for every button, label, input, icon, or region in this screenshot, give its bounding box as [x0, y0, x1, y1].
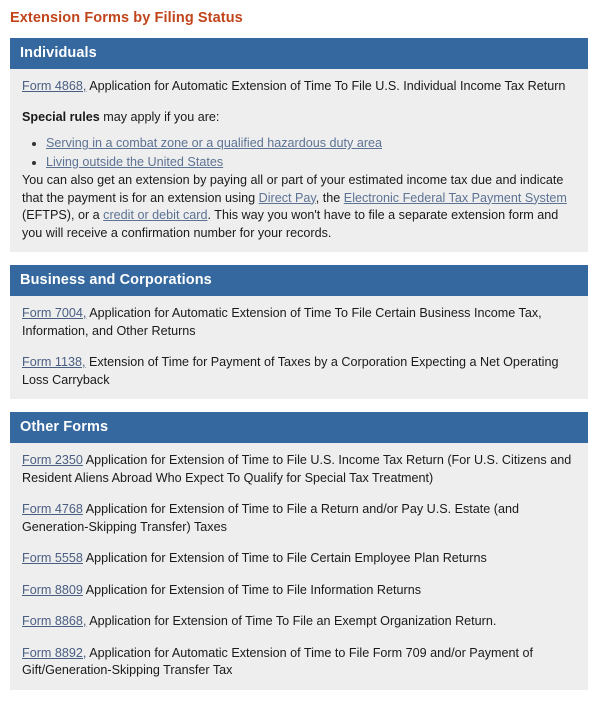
section-individuals: Individuals Form 4868, Application for A… — [10, 38, 588, 252]
form-description-2350: Application for Extension of Time to Fil… — [22, 453, 572, 485]
form-link-4768[interactable]: Form 4768 — [22, 502, 83, 516]
payment-paragraph-part3: (EFTPS), or a — [22, 208, 104, 222]
form-link-8868[interactable]: Form 8868, — [22, 614, 86, 628]
section-other-forms: Other Forms Form 2350 Application for Ex… — [10, 412, 588, 690]
section-spacer — [0, 252, 603, 265]
payment-extension-paragraph: You can also get an extension by paying … — [22, 172, 576, 242]
form-entry: Form 1138, Extension of Time for Payment… — [22, 354, 576, 389]
section-heading-other-forms: Other Forms — [10, 412, 588, 443]
section-body-individuals: Form 4868, Application for Automatic Ext… — [10, 69, 588, 252]
special-rules-list: Serving in a combat zone or a qualified … — [22, 135, 576, 171]
section-body-business-and-corporations: Form 7004, Application for Automatic Ext… — [10, 296, 588, 399]
list-item: Living outside the United States — [46, 154, 576, 172]
section-spacer — [0, 399, 603, 412]
section-heading-business-and-corporations: Business and Corporations — [10, 265, 588, 296]
form-link-2350[interactable]: Form 2350 — [22, 453, 83, 467]
section-business-and-corporations: Business and Corporations Form 7004, App… — [10, 265, 588, 399]
form-link-7004[interactable]: Form 7004, — [22, 306, 86, 320]
form-link-1138[interactable]: Form 1138, — [22, 355, 85, 369]
special-rule-link-living-outside-us[interactable]: Living outside the United States — [46, 155, 223, 169]
form-description-8892: Application for Automatic Extension of T… — [22, 645, 534, 678]
credit-or-debit-card-link[interactable]: credit or debit card — [103, 208, 207, 222]
form-description-5558: Application for Extension of Time to Fil… — [82, 551, 487, 565]
form-entry: Form 8868, Application for Extension of … — [22, 613, 576, 631]
form-description-8868: Application for Extension of Time To Fil… — [86, 614, 497, 628]
form-entry: Form 4868, Application for Automatic Ext… — [22, 78, 576, 96]
form-entry: Form 4768 Application for Extension of T… — [22, 501, 576, 536]
top-spacer — [0, 28, 603, 38]
form-description-7004: Application for Automatic Extension of T… — [22, 306, 542, 338]
form-link-8809[interactable]: Form 8809 — [22, 583, 83, 597]
special-rules-bold-label: Special rules — [22, 109, 100, 124]
extension-forms-page: Extension Forms by Filing Status Individ… — [0, 0, 603, 703]
form-link-4868[interactable]: Form 4868, — [22, 79, 86, 93]
eftps-link[interactable]: Electronic Federal Tax Payment System — [344, 191, 567, 205]
form-entry: Form 2350 Application for Extension of T… — [22, 452, 576, 487]
form-link-8892[interactable]: Form 8892, — [22, 646, 86, 660]
form-description-8809: Application for Extension of Time to Fil… — [82, 582, 421, 597]
special-rules-lead-text: may apply if you are: — [99, 109, 220, 124]
bottom-spacer — [0, 689, 603, 703]
section-heading-individuals: Individuals — [10, 38, 588, 69]
direct-pay-link[interactable]: Direct Pay — [259, 191, 316, 205]
form-description-1138: Extension of Time for Payment of Taxes b… — [22, 355, 559, 387]
form-entry: Form 7004, Application for Automatic Ext… — [22, 305, 576, 340]
special-rule-link-combat-zone[interactable]: Serving in a combat zone or a qualified … — [46, 136, 382, 150]
form-link-5558[interactable]: Form 5558 — [22, 551, 83, 565]
list-item: Serving in a combat zone or a qualified … — [46, 135, 576, 153]
form-description-4868: Application for Automatic Extension of T… — [86, 79, 566, 93]
payment-paragraph-part2: , the — [315, 190, 344, 205]
section-body-other-forms: Form 2350 Application for Extension of T… — [10, 443, 588, 690]
form-description-4768: Application for Extension of Time to Fil… — [22, 502, 520, 534]
page-title: Extension Forms by Filing Status — [10, 10, 243, 26]
form-entry: Form 8892, Application for Automatic Ext… — [22, 645, 576, 680]
form-entry: Form 8809 Application for Extension of T… — [22, 582, 576, 600]
form-entry: Form 5558 Application for Extension of T… — [22, 550, 576, 568]
special-rules-lead: Special rules may apply if you are: — [22, 109, 576, 127]
